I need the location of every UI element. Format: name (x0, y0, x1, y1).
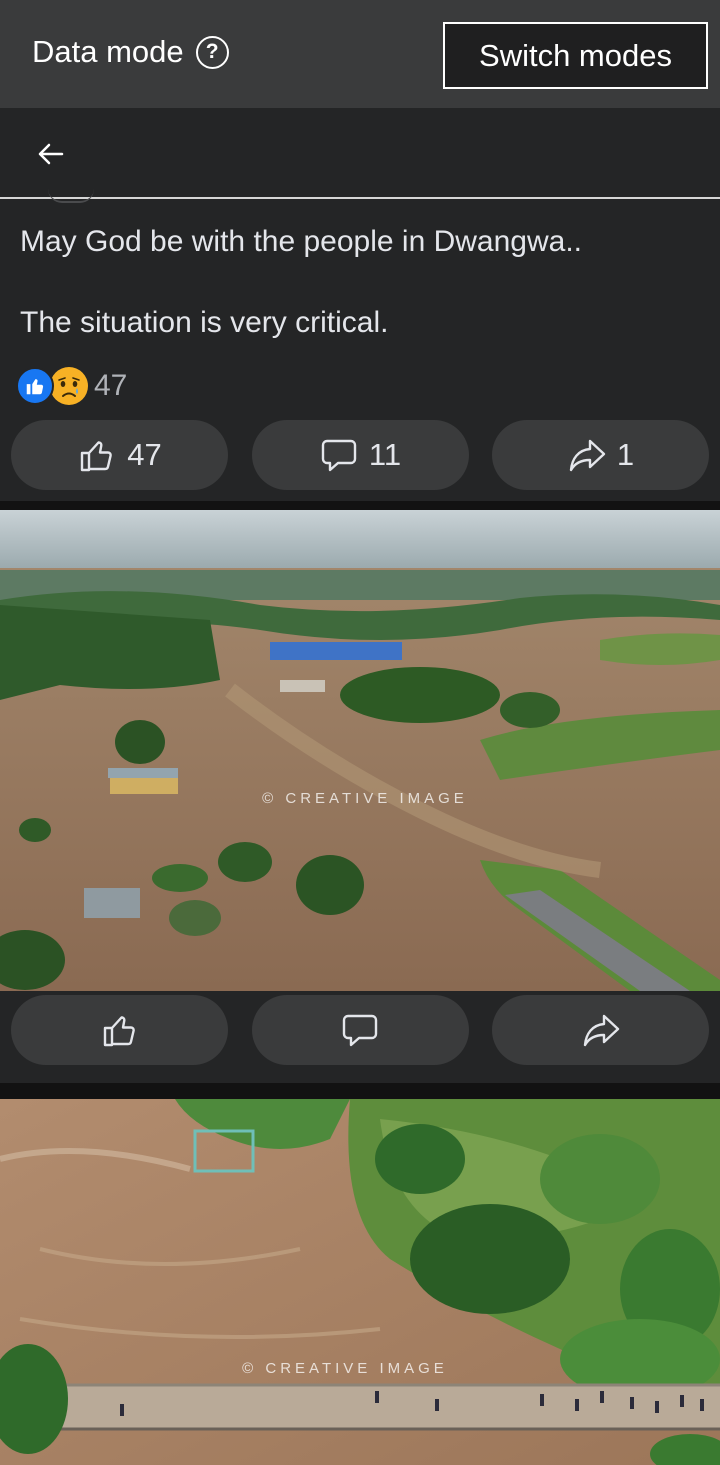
post-action-bar: 47 11 1 (0, 420, 720, 490)
like-reaction-icon (16, 367, 54, 405)
photo-comment-button[interactable] (251, 995, 469, 1065)
photo-watermark: © CREATIVE IMAGE (242, 1360, 448, 1377)
data-mode-banner: Data mode ? Switch modes (0, 0, 720, 108)
thumbs-up-icon (81, 441, 113, 472)
comment-icon (321, 439, 357, 472)
reaction-count: 47 (94, 369, 128, 402)
post-card: May God be with the people in Dwangwa.. … (0, 199, 720, 501)
like-button[interactable]: 47 (11, 420, 228, 490)
post-text-line-1: May God be with the people in Dwangwa.. (20, 225, 582, 258)
question-circle-icon[interactable]: ? (195, 35, 229, 69)
sad-reaction-icon (50, 367, 88, 405)
flood-bridge-photo[interactable]: © CREATIVE IMAGE (0, 1099, 720, 1465)
photo-share-button[interactable] (492, 995, 709, 1065)
share-button[interactable]: 1 (492, 420, 709, 490)
switch-modes-button[interactable]: Switch modes (443, 22, 708, 89)
divider (0, 501, 720, 510)
arrow-left-icon[interactable] (32, 136, 68, 172)
comment-count: 11 (368, 437, 402, 472)
divider (0, 1083, 720, 1099)
share-count: 1 (616, 437, 635, 472)
like-count: 47 (127, 437, 162, 472)
top-bar (0, 108, 720, 199)
post-text-line-2: The situation is very critical. (20, 306, 389, 339)
reaction-summary[interactable]: 47 (16, 367, 127, 405)
comment-button[interactable]: 11 (251, 420, 469, 490)
photo-watermark: © CREATIVE IMAGE (262, 790, 468, 807)
avatar (48, 189, 94, 203)
flood-town-photo[interactable]: © CREATIVE IMAGE (0, 510, 720, 991)
data-mode-label: Data mode (32, 34, 184, 69)
share-icon (583, 1014, 619, 1047)
data-mode-title: Data mode ? (32, 34, 229, 70)
photo-like-button[interactable] (11, 995, 228, 1065)
thumbs-up-icon (103, 1016, 135, 1047)
share-icon (569, 439, 606, 472)
photo-action-panel (0, 991, 720, 1083)
comment-icon (342, 1014, 378, 1047)
photo-action-bar (0, 995, 720, 1065)
